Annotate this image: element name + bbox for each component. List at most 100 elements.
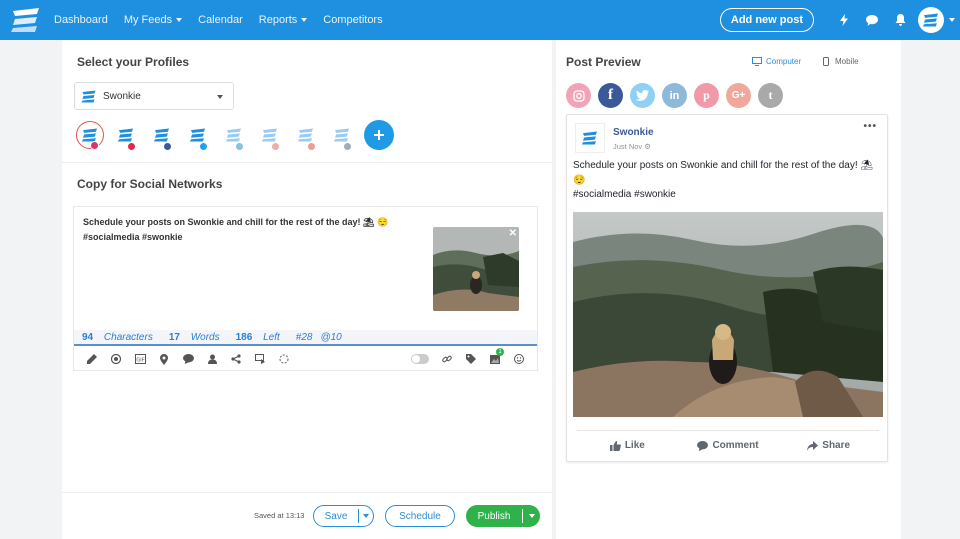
tumblr-icon[interactable]: t	[758, 83, 783, 108]
more-options-icon[interactable]: •••	[863, 121, 877, 132]
facebook-icon	[163, 142, 172, 151]
nav-reports[interactable]: Reports	[259, 14, 308, 26]
loading-icon[interactable]	[272, 348, 296, 370]
mobile-icon	[823, 57, 829, 66]
network-selector: f in p G+ t	[566, 83, 790, 108]
profile-group-select[interactable]: Swonkie	[74, 82, 234, 110]
facebook-icon[interactable]: f	[598, 83, 623, 108]
profile-avatar-pinterest[interactable]	[112, 121, 140, 151]
composer-panel: Select your Profiles Swonkie Copy for So…	[62, 40, 552, 539]
chevron-down-icon	[363, 514, 369, 518]
chevron-down-icon	[528, 514, 535, 518]
bell-icon[interactable]	[886, 0, 914, 40]
preview-post-image	[573, 212, 883, 417]
post-composer: Schedule your posts on Swonkie and chill…	[73, 206, 538, 371]
post-text-input[interactable]: Schedule your posts on Swonkie and chill…	[83, 215, 423, 245]
chevron-down-icon[interactable]	[944, 0, 960, 40]
tumblr-icon	[343, 142, 352, 151]
post-actions-footer: Saved at 13:13 Save Schedule Publish	[62, 492, 552, 539]
chevron-down-icon	[217, 95, 223, 99]
plus-icon	[374, 130, 384, 140]
google-plus-icon	[271, 142, 280, 151]
save-options-dropdown[interactable]	[359, 514, 373, 518]
comment-icon	[697, 440, 709, 451]
nav-my-feeds[interactable]: My Feeds	[124, 14, 183, 26]
twitter-icon[interactable]	[630, 83, 655, 108]
left-count: 186	[235, 331, 253, 343]
like-button[interactable]: Like	[577, 440, 678, 451]
tag-icon[interactable]	[459, 348, 483, 370]
comment-icon[interactable]	[176, 348, 200, 370]
post-stats-bar: 94 Characters 17 Words 186 Left #28 @10	[74, 330, 537, 346]
preview-title: Post Preview	[566, 55, 641, 69]
swonkie-logo-icon[interactable]	[6, 0, 46, 40]
location-pin-icon[interactable]	[152, 348, 176, 370]
mobile-view-toggle[interactable]: Mobile	[823, 57, 859, 66]
chevron-down-icon	[176, 18, 183, 22]
saved-status: Saved at 13:13	[254, 511, 305, 520]
nav-calendar[interactable]: Calendar	[198, 14, 243, 26]
camera-icon[interactable]	[104, 348, 128, 370]
preview-post-text: Schedule your posts on Swonkie and chill…	[573, 160, 874, 200]
gallery-icon[interactable]: 1	[483, 348, 507, 370]
gallery-count-badge: 1	[496, 348, 504, 356]
share-arrow-icon	[807, 440, 819, 451]
google-plus-icon[interactable]: G+	[726, 83, 751, 108]
publish-options-dropdown[interactable]	[523, 514, 540, 518]
profile-avatar-linkedin[interactable]	[220, 121, 248, 151]
profile-avatar-youtube[interactable]	[292, 121, 320, 151]
schedule-button[interactable]: Schedule	[385, 505, 455, 527]
user-avatar[interactable]	[918, 7, 944, 33]
pinterest-icon	[127, 142, 136, 151]
profile-avatar-tumblr[interactable]	[328, 121, 356, 151]
linkedin-icon[interactable]: in	[662, 83, 687, 108]
profile-select-value: Swonkie	[103, 90, 141, 102]
profile-avatar-instagram[interactable]	[76, 121, 104, 150]
page-name: Swonkie	[613, 127, 654, 138]
words-count: 17	[168, 331, 180, 343]
chat-icon[interactable]	[858, 0, 886, 40]
svg-text:GIF: GIF	[136, 358, 144, 364]
link-icon[interactable]	[435, 348, 459, 370]
monitor-icon	[752, 57, 762, 66]
profiles-title: Select your Profiles	[77, 55, 190, 69]
mentions-count: @10	[320, 331, 342, 343]
instagram-icon[interactable]	[566, 83, 591, 108]
post-preview-panel: Post Preview Computer Mobile f in p G+ t…	[556, 40, 901, 539]
toggle-switch[interactable]	[411, 354, 429, 364]
youtube-icon	[307, 142, 316, 151]
add-profile-button[interactable]	[364, 120, 394, 150]
computer-view-toggle[interactable]: Computer	[752, 57, 801, 66]
share-icon[interactable]	[224, 348, 248, 370]
swonkie-logo-icon	[81, 90, 96, 102]
composer-toolbar: GIF 1	[74, 348, 537, 370]
save-button[interactable]: Save	[313, 505, 374, 527]
comment-button[interactable]: Comment	[678, 440, 779, 451]
facebook-actions-bar: Like Comment Share	[577, 430, 879, 460]
facebook-post-preview: Swonkie Just Nov ⚙ ••• Schedule your pos…	[566, 114, 888, 462]
publish-button[interactable]: Publish	[466, 505, 540, 527]
thumbs-up-icon	[609, 440, 621, 451]
nav-competitors[interactable]: Competitors	[323, 14, 382, 26]
profile-avatar-google-plus[interactable]	[256, 121, 284, 151]
top-navigation-bar: Dashboard My Feeds Calendar Reports Comp…	[0, 0, 960, 40]
copy-title: Copy for Social Networks	[77, 177, 223, 191]
profiles-list	[76, 120, 394, 151]
pencil-icon[interactable]	[80, 348, 104, 370]
share-button[interactable]: Share	[778, 440, 879, 451]
emoji-icon[interactable]	[507, 348, 531, 370]
attached-image-thumbnail[interactable]: ✕	[433, 227, 519, 311]
reply-icon[interactable]	[248, 348, 272, 370]
user-tag-icon[interactable]	[200, 348, 224, 370]
profile-avatar-facebook[interactable]	[148, 121, 176, 151]
page-avatar	[575, 123, 605, 153]
close-icon[interactable]: ✕	[509, 228, 517, 239]
section-divider	[62, 162, 552, 163]
nav-dashboard[interactable]: Dashboard	[54, 14, 108, 26]
hashtags-count: #28	[295, 331, 313, 343]
add-new-post-button[interactable]: Add new post	[719, 8, 814, 32]
profile-avatar-twitter[interactable]	[184, 121, 212, 151]
pinterest-icon[interactable]: p	[694, 83, 719, 108]
gif-icon[interactable]: GIF	[128, 348, 152, 370]
lightning-icon[interactable]	[830, 0, 858, 40]
